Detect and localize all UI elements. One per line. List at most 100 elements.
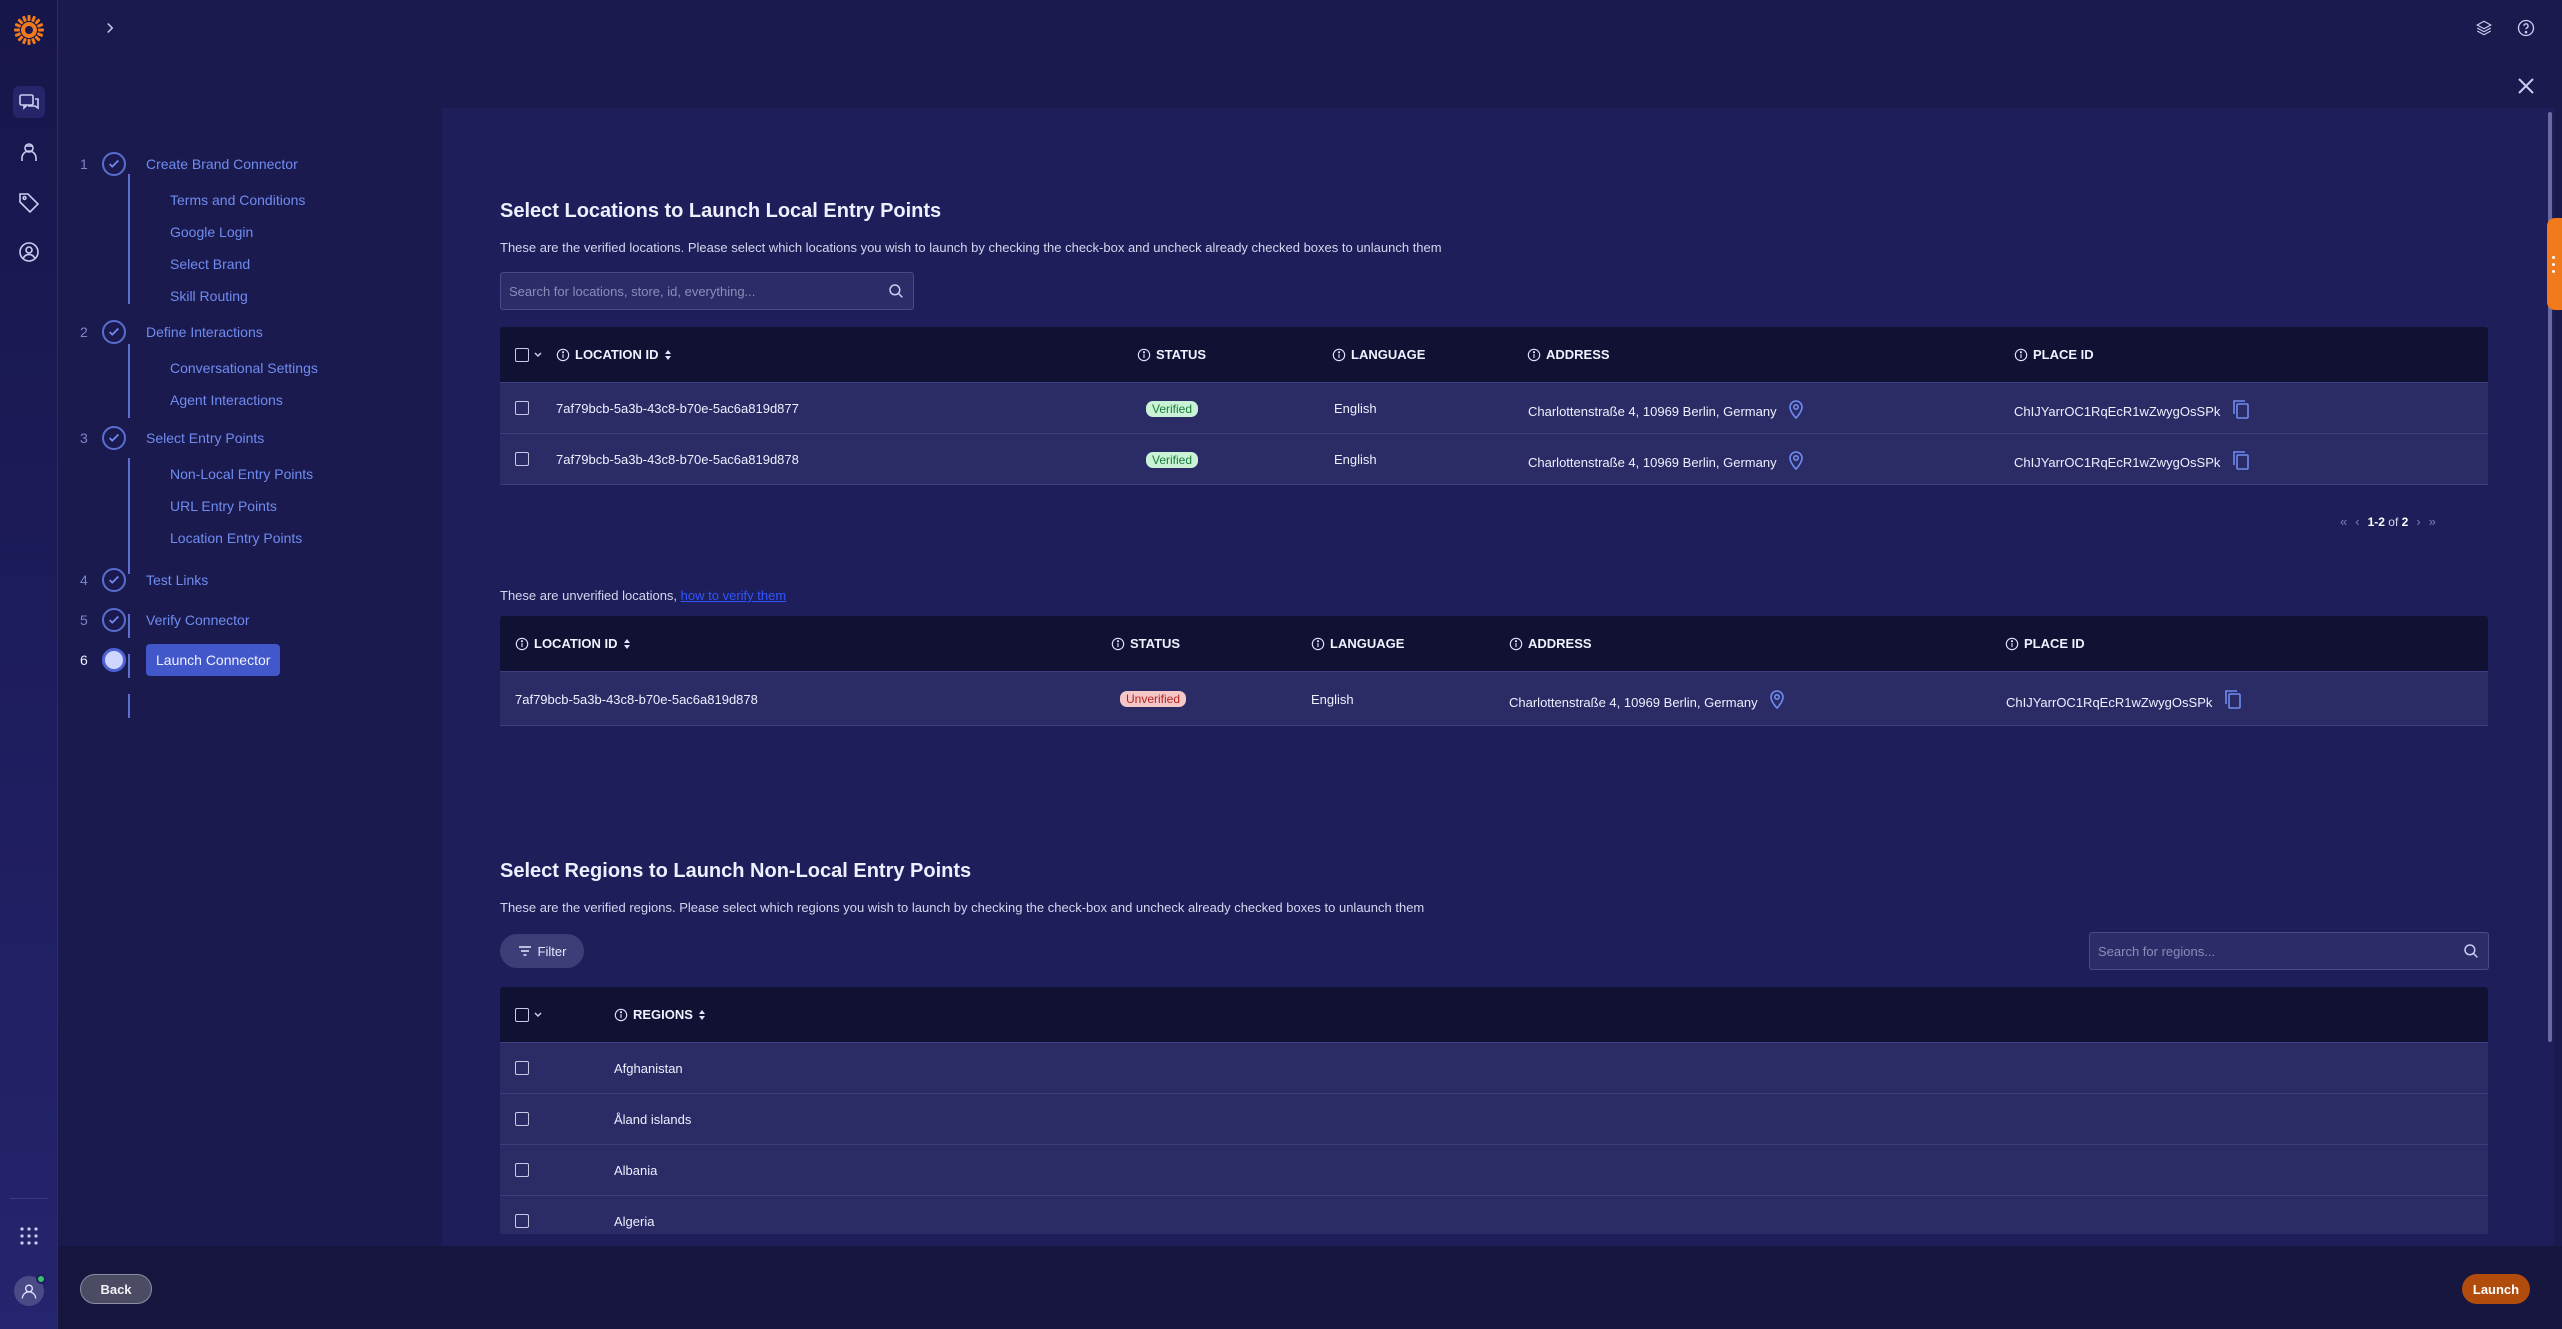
substep-agent-interactions[interactable]: Agent Interactions <box>170 392 283 408</box>
table-row[interactable]: 7af79bcb-5a3b-43c8-b70e-5ac6a819d877 Ver… <box>500 383 2488 434</box>
page-range: 1-2 <box>2367 514 2385 529</box>
select-all-checkbox[interactable] <box>515 1008 529 1022</box>
copy-icon[interactable] <box>2224 689 2242 709</box>
regions-description: These are the verified regions. Please s… <box>500 900 1425 915</box>
table-row[interactable]: Algeria <box>500 1196 2488 1234</box>
location-id-cell: 7af79bcb-5a3b-43c8-b70e-5ac6a819d878 <box>556 452 799 467</box>
substep-skill-routing[interactable]: Skill Routing <box>170 288 248 304</box>
locations-title: Select Locations to Launch Local Entry P… <box>500 200 942 222</box>
info-icon <box>614 1008 628 1021</box>
table-row[interactable]: Afghanistan <box>500 1043 2488 1094</box>
row-checkbox[interactable] <box>515 401 529 415</box>
check-circle-icon <box>102 320 126 344</box>
step-launch-connector[interactable]: 6 Launch Connector <box>80 644 281 676</box>
info-icon <box>1311 637 1325 650</box>
agent-icon[interactable] <box>13 136 45 168</box>
row-checkbox[interactable] <box>515 1163 529 1177</box>
apps-grid-icon[interactable] <box>13 1220 45 1252</box>
chevron-right-icon[interactable] <box>98 16 122 40</box>
col-address: ADDRESS <box>1509 636 1592 651</box>
search-icon[interactable] <box>2462 942 2480 960</box>
tag-icon[interactable] <box>13 186 45 218</box>
verify-help-link[interactable]: how to verify them <box>681 588 787 603</box>
chevron-down-icon[interactable] <box>534 352 542 358</box>
language-cell: English <box>1334 452 1377 467</box>
rail-divider <box>10 1198 48 1199</box>
step-verify-connector[interactable]: 5 Verify Connector <box>80 606 250 634</box>
layers-icon[interactable] <box>2472 16 2496 40</box>
side-drawer-handle[interactable] <box>2547 218 2562 310</box>
unverified-description: These are unverified locations, how to v… <box>500 588 787 603</box>
table-header: REGIONS <box>500 987 2488 1043</box>
info-icon <box>1137 348 1151 361</box>
substep-terms[interactable]: Terms and Conditions <box>170 192 305 208</box>
place-id-cell: ChIJYarrOC1RqEcR1wZwygOsSPk <box>2006 694 2213 710</box>
table-row[interactable]: Åland islands <box>500 1094 2488 1145</box>
info-icon <box>1332 348 1346 361</box>
prev-page-icon[interactable]: ‹ <box>2355 514 2359 529</box>
select-all-checkbox[interactable] <box>515 348 529 362</box>
map-pin-icon[interactable] <box>1768 689 1786 709</box>
col-location-id[interactable]: LOCATION ID <box>556 347 672 362</box>
regions-search-input[interactable]: Search for regions... <box>2089 932 2489 970</box>
step-define-interactions[interactable]: 2 Define Interactions <box>80 318 263 346</box>
col-address: ADDRESS <box>1527 347 1610 362</box>
address-cell: Charlottenstraße 4, 10969 Berlin, German… <box>1509 694 1758 710</box>
app-logo-icon[interactable] <box>13 14 45 46</box>
user-avatar-icon[interactable] <box>14 1274 46 1306</box>
map-pin-icon[interactable] <box>1787 399 1805 419</box>
copy-icon[interactable] <box>2232 450 2250 470</box>
region-cell: Albania <box>614 1163 658 1178</box>
row-checkbox[interactable] <box>515 1112 529 1126</box>
page-of-label: of <box>2388 514 2399 529</box>
info-icon <box>1111 637 1125 650</box>
info-icon <box>2014 348 2028 361</box>
first-page-icon[interactable]: « <box>2340 514 2347 529</box>
messages-icon[interactable] <box>13 86 45 118</box>
table-row[interactable]: 7af79bcb-5a3b-43c8-b70e-5ac6a819d878 Ver… <box>500 434 2488 485</box>
help-icon[interactable] <box>2514 16 2538 40</box>
left-nav-rail <box>0 0 58 1329</box>
table-row[interactable]: Albania <box>500 1145 2488 1196</box>
regions-table: REGIONS Afghanistan Åland islands Albani… <box>500 987 2488 1234</box>
step-select-entry-points[interactable]: 3 Select Entry Points <box>80 424 264 452</box>
col-location-id[interactable]: LOCATION ID <box>515 636 631 651</box>
step-number: 6 <box>80 652 88 668</box>
launch-button[interactable]: Launch <box>2462 1274 2530 1304</box>
row-checkbox[interactable] <box>515 452 529 466</box>
substep-url-entry-points[interactable]: URL Entry Points <box>170 498 277 514</box>
back-button[interactable]: Back <box>80 1274 152 1304</box>
sort-icon[interactable] <box>664 349 672 361</box>
col-language: LANGUAGE <box>1311 636 1404 651</box>
account-icon[interactable] <box>13 236 45 268</box>
close-icon[interactable] <box>2512 72 2540 100</box>
last-page-icon[interactable]: » <box>2429 514 2436 529</box>
row-checkbox[interactable] <box>515 1214 529 1228</box>
check-circle-icon <box>102 152 126 176</box>
step-create-brand-connector[interactable]: 1 Create Brand Connector <box>80 150 298 178</box>
filter-label: Filter <box>537 943 567 959</box>
col-place-id: PLACE ID <box>2014 347 2094 362</box>
substep-google-login[interactable]: Google Login <box>170 224 253 240</box>
step-number: 1 <box>80 156 88 172</box>
copy-icon[interactable] <box>2232 399 2250 419</box>
chevron-down-icon[interactable] <box>534 1012 542 1018</box>
substep-conversational-settings[interactable]: Conversational Settings <box>170 360 318 376</box>
map-pin-icon[interactable] <box>1787 450 1805 470</box>
sort-icon[interactable] <box>698 1009 706 1021</box>
substep-select-brand[interactable]: Select Brand <box>170 256 250 272</box>
row-checkbox[interactable] <box>515 1061 529 1075</box>
step-test-links[interactable]: 4 Test Links <box>80 566 208 594</box>
search-placeholder: Search for regions... <box>2098 943 2216 959</box>
next-page-icon[interactable]: › <box>2416 514 2420 529</box>
substep-non-local-entry-points[interactable]: Non-Local Entry Points <box>170 466 313 482</box>
search-icon[interactable] <box>887 282 905 300</box>
locations-search-input[interactable]: Search for locations, store, id, everyth… <box>500 272 914 310</box>
check-circle-icon <box>102 608 126 632</box>
filter-button[interactable]: Filter <box>500 934 584 968</box>
regions-title: Select Regions to Launch Non-Local Entry… <box>500 860 972 882</box>
sort-icon[interactable] <box>623 638 631 650</box>
substep-location-entry-points[interactable]: Location Entry Points <box>170 530 302 546</box>
col-regions[interactable]: REGIONS <box>614 1007 706 1022</box>
current-step-icon <box>102 648 126 672</box>
